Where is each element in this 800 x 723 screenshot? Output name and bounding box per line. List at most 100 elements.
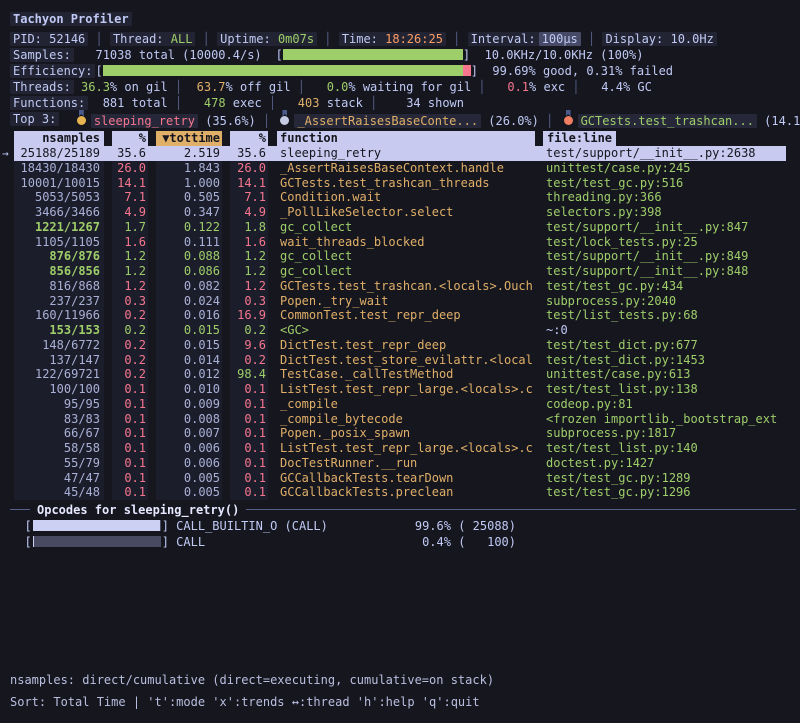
table-row[interactable]: 47/470.10.0050.1GCCallbackTests.tearDown… <box>14 471 786 486</box>
nsamples-cell: 18430/18430 <box>14 161 104 176</box>
function-cell: Condition.wait <box>277 190 535 205</box>
thread-stat-value: 0.1 <box>493 80 529 94</box>
table-row[interactable]: 10001/1001514.11.00014.1GCTests.test_tra… <box>14 176 786 191</box>
header-pct[interactable]: % <box>112 131 148 146</box>
table-row[interactable]: 18430/1843026.01.84326.0_AssertRaisesBas… <box>14 161 786 176</box>
opcode-row: [] CALL0.4% ( 100) <box>10 534 205 549</box>
efficiency-bar: [] <box>95 64 477 78</box>
nsamples-cell: 47/47 <box>14 471 104 486</box>
cum-pct-cell: 0.1 <box>230 485 268 500</box>
thread-stat-unit: % waiting for gil <box>348 80 471 94</box>
table-row[interactable]: 45/480.10.0050.1GCCallbackTests.preclean… <box>14 485 786 500</box>
nsamples-cell: 137/147 <box>14 353 104 368</box>
function-stat-value: 881 <box>88 96 124 110</box>
function-cell: GCTests.test_trashcan_threads <box>277 176 535 191</box>
table-row[interactable]: 1105/11051.60.1111.6wait_threads_blocked… <box>14 235 786 250</box>
pid-field: PID: 52146 <box>10 32 88 46</box>
uptime-field: Uptime: 0m07s <box>217 32 317 46</box>
table-row[interactable]: 816/8681.20.0821.2GCTests.test_trashcan.… <box>14 279 786 294</box>
tottime-cell: 0.024 <box>156 294 222 309</box>
nsamples-cell: 3466/3466 <box>14 205 104 220</box>
pct-cell: 0.1 <box>112 382 148 397</box>
cum-pct-cell: 4.9 <box>230 205 268 220</box>
table-row[interactable]: 160/119660.20.01616.9CommonTest.test_rep… <box>14 308 786 323</box>
table-row[interactable]: 1221/12671.70.1221.8gc_collecttest/suppo… <box>14 220 786 235</box>
cum-pct-cell: 0.2 <box>230 353 268 368</box>
footer-help-2: Sort: Total Time | 't':mode 'x':trends ↔… <box>10 694 480 709</box>
table-row[interactable]: 856/8561.20.0861.2gc_collecttest/support… <box>14 264 786 279</box>
thread-stat-segment: 63.7% off gil <box>189 80 290 94</box>
tottime-cell: 0.505 <box>156 190 222 205</box>
cum-pct-cell: 0.1 <box>230 441 268 456</box>
header-function[interactable]: function <box>277 131 535 146</box>
thread-stat-segment: 36.3% on gil <box>74 80 168 94</box>
pct-cell: 0.3 <box>112 294 148 309</box>
thread-stat-segment: 0.0% waiting for gil <box>312 80 471 94</box>
pct-cell: 1.7 <box>112 220 148 235</box>
table-row[interactable]: 876/8761.20.0881.2gc_collecttest/support… <box>14 249 786 264</box>
thread-stat-value: 36.3 <box>74 80 110 94</box>
function-cell: _PollLikeSelector.select <box>277 205 535 220</box>
nsamples-cell: 95/95 <box>14 397 104 412</box>
function-stat-unit: shown <box>421 96 464 110</box>
samples-total: 71038 total (10000.4/s) <box>74 48 262 62</box>
tottime-cell: 0.014 <box>156 353 222 368</box>
cum-pct-cell: 14.1 <box>230 176 268 191</box>
pct-cell: 4.9 <box>112 205 148 220</box>
functions-row: Functions: 881 total │ 478 exec │ 403 st… <box>10 95 464 110</box>
opcode-bar <box>33 536 161 547</box>
table-row[interactable]: 100/1000.10.0100.1ListTest.test_repr_lar… <box>14 382 786 397</box>
top3-function-name: sleeping_retry <box>91 114 198 128</box>
tottime-cell: 0.010 <box>156 382 222 397</box>
table-row[interactable]: 5053/50537.10.5057.1Condition.waitthread… <box>14 190 786 205</box>
table-row[interactable]: 58/580.10.0060.1ListTest.test_repr_large… <box>14 441 786 456</box>
table-row[interactable]: 95/950.10.0090.1_compilecodeop.py:81 <box>14 397 786 412</box>
file-line-cell: test/list_tests.py:68 <box>543 308 777 323</box>
header-cum-pct[interactable]: % <box>230 131 268 146</box>
profiler-window: Tachyon Profiler PID: 52146 │ Thread: AL… <box>0 0 800 723</box>
thread-stat-unit: % off gil <box>226 80 291 94</box>
nsamples-cell: 122/69721 <box>14 367 104 382</box>
cum-pct-cell: 16.9 <box>230 308 268 323</box>
table-row[interactable]: 66/670.10.0070.1Popen._posix_spawnsubpro… <box>14 426 786 441</box>
table-row[interactable]: 3466/34664.90.3474.9_PollLikeSelector.se… <box>14 205 786 220</box>
function-cell: TestCase._callTestMethod <box>277 367 535 382</box>
top3-percent: (26.0%) <box>481 114 539 128</box>
efficiency-summary: 99.69% good, 0.31% failed <box>492 64 673 78</box>
nsamples-cell: 5053/5053 <box>14 190 104 205</box>
tottime-cell: 0.007 <box>156 426 222 441</box>
file-line-cell: subprocess.py:1817 <box>543 426 777 441</box>
table-row[interactable]: 153/1530.20.0150.2<GC>~:0 <box>14 323 786 338</box>
selected-row-arrow: → <box>2 146 9 161</box>
efficiency-label: Efficiency: <box>10 64 95 78</box>
cum-pct-cell: 1.2 <box>230 279 268 294</box>
cum-pct-cell: 35.6 <box>230 146 268 161</box>
function-cell: DictTest.test_repr_deep <box>277 338 535 353</box>
table-row[interactable]: 55/790.10.0060.1DocTestRunner.__rundocte… <box>14 456 786 471</box>
header-tottime-sorted[interactable]: ▼tottime <box>156 131 222 146</box>
table-row[interactable]: 122/697210.20.01298.4TestCase._callTestM… <box>14 367 786 382</box>
header-file-line[interactable]: file:line <box>543 131 616 146</box>
uptime-value: 0m07s <box>278 32 314 46</box>
pct-cell: 0.2 <box>112 353 148 368</box>
opcodes-divider: Opcodes for sleeping_retry() <box>10 502 796 517</box>
file-line-cell: test/test_gc.py:1289 <box>543 471 777 486</box>
function-cell: GCCallbackTests.tearDown <box>277 471 535 486</box>
table-row[interactable]: 237/2370.30.0240.3Popen._try_waitsubproc… <box>14 294 786 309</box>
table-row[interactable]: 137/1470.20.0140.2DictTest.test_store_ev… <box>14 353 786 368</box>
thread-stat-unit: % exc <box>529 80 565 94</box>
function-cell: Popen._posix_spawn <box>277 426 535 441</box>
thread-label: Thread: <box>113 32 164 46</box>
table-row[interactable]: 148/67720.20.0159.6DictTest.test_repr_de… <box>14 338 786 353</box>
table-row[interactable]: 25188/2518935.62.51935.6sleeping_retryte… <box>14 146 786 161</box>
file-line-cell: unittest/case.py:245 <box>543 161 777 176</box>
file-line-cell: unittest/case.py:613 <box>543 367 777 382</box>
table-row[interactable]: 83/830.10.0080.1_compile_bytecode<frozen… <box>14 412 786 427</box>
header-nsamples[interactable]: nsamples <box>14 131 104 146</box>
function-stat-segment: 403 stack <box>283 96 362 110</box>
thread-field[interactable]: Thread: ALL <box>110 32 196 46</box>
opcode-bar <box>33 520 161 531</box>
display-value: 10.0Hz <box>670 32 713 46</box>
efficiency-row: Efficiency:[] 99.69% good, 0.31% failed <box>10 63 673 78</box>
cum-pct-cell: 98.4 <box>230 367 268 382</box>
